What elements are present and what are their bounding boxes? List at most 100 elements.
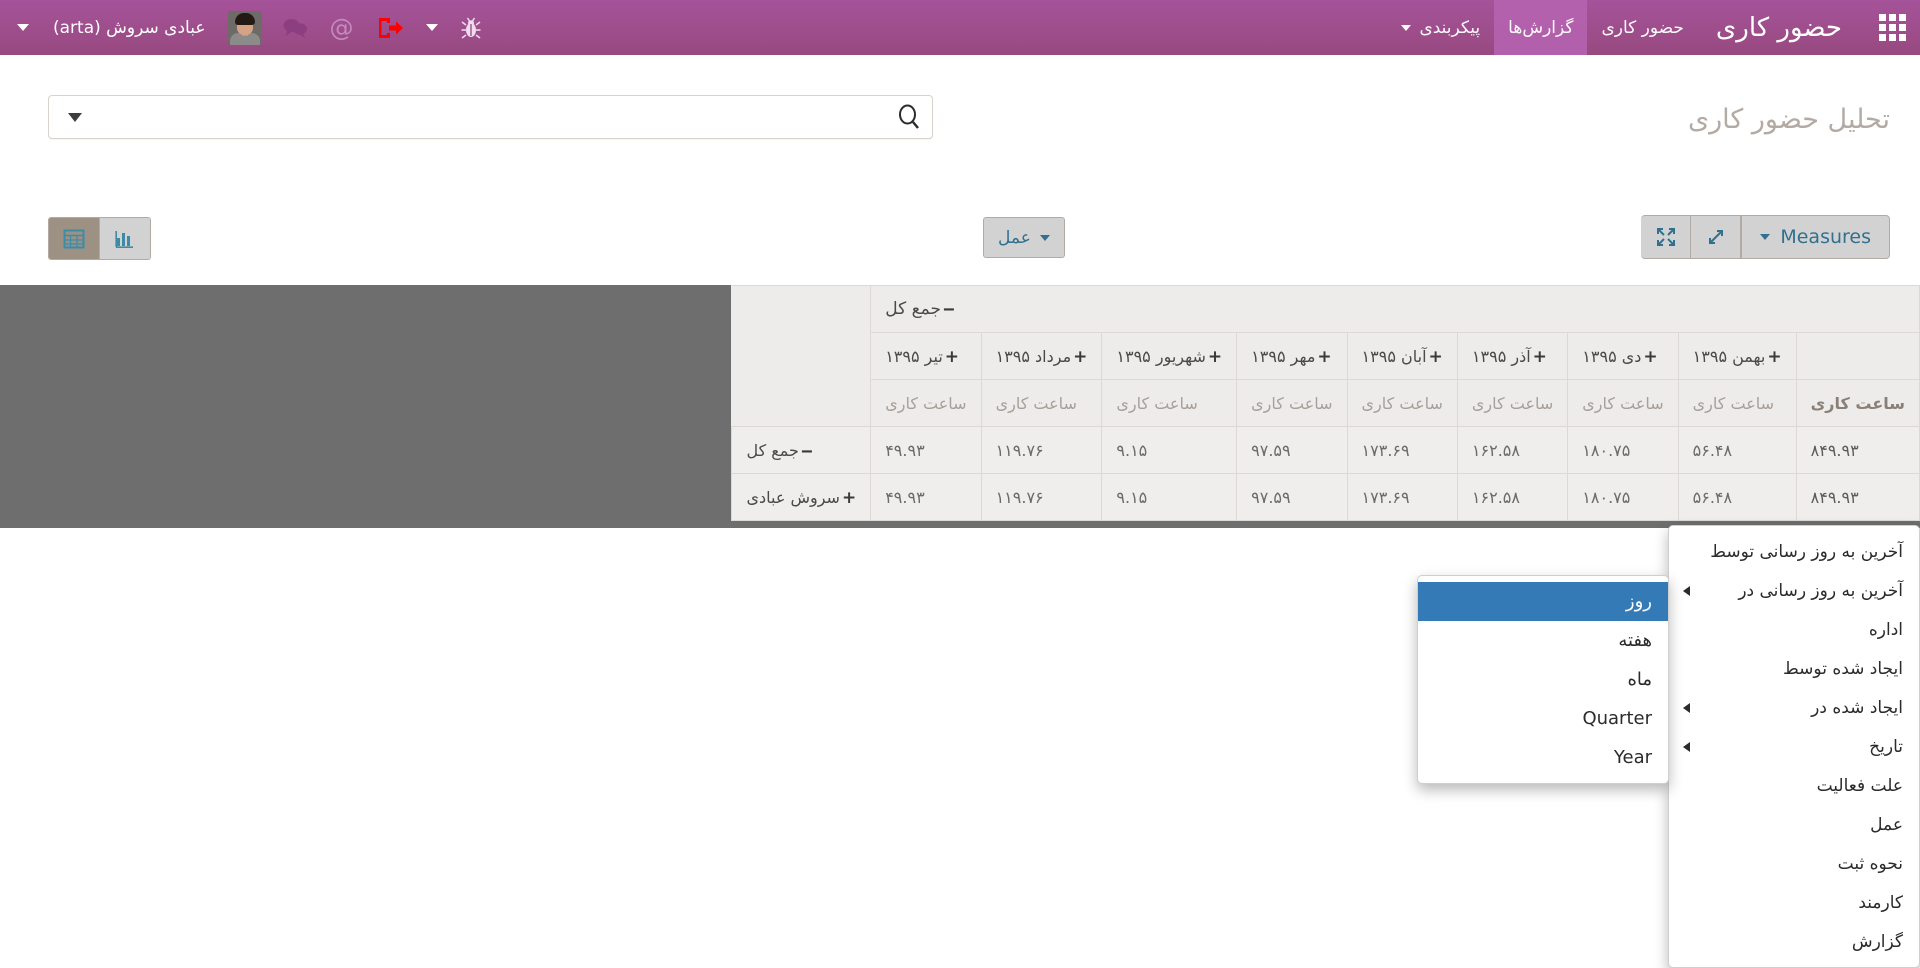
search-bar[interactable]: [48, 95, 933, 139]
search-input[interactable]: [82, 97, 886, 137]
pivot-row-header-employee[interactable]: +سروش عبادی: [731, 473, 872, 521]
pivot-measure-header-mordad: ساعت کاری: [980, 379, 1103, 427]
menu-item-last-updated-on[interactable]: آخرین به روز رسانی در: [1669, 571, 1919, 610]
period-submenu: روز هفته ماه Quarter Year: [1417, 575, 1669, 784]
pivot-measure-header-aban: ساعت کاری: [1346, 379, 1458, 427]
topbar-right-group: حضور کاری حضور کاری گزارش‌ها پیکربندی: [1387, 0, 1920, 55]
table-row: ۸۴۹.۹۳ ۵۶.۴۸ ۱۸۰.۷۵ ۱۶۲.۵۸ ۱۷۳.۶۹ ۹۷.۵۹ …: [731, 426, 1920, 474]
pivot-cell: ۹.۱۵: [1101, 473, 1238, 521]
bug-icon[interactable]: [449, 0, 493, 55]
pivot-cell-total: ۸۴۹.۹۳: [1795, 426, 1920, 474]
chat-bubbles-icon[interactable]: [271, 0, 319, 55]
top-navigation-bar: حضور کاری حضور کاری گزارش‌ها پیکربندی عب…: [0, 0, 1920, 55]
measures-button-label: Measures: [1780, 226, 1871, 248]
menu-item-department[interactable]: اداره: [1669, 610, 1919, 649]
expand-toggle-icon[interactable]: +: [1317, 348, 1331, 366]
menu-item-employee[interactable]: کارمند: [1669, 883, 1919, 922]
menu-item-created-on[interactable]: ایجاد شده در: [1669, 688, 1919, 727]
apps-grid-icon[interactable]: [1864, 0, 1920, 55]
pivot-cell: ۱۶۲.۵۸: [1456, 473, 1569, 521]
menu-item-date[interactable]: تاریخ: [1669, 727, 1919, 766]
chevron-down-icon: [425, 24, 438, 31]
expand-toggle-icon[interactable]: +: [1073, 348, 1087, 366]
expand-toggle-icon[interactable]: +: [1208, 348, 1222, 366]
submenu-item-day[interactable]: روز: [1418, 582, 1668, 621]
pivot-cell: ۵۶.۴۸: [1677, 473, 1797, 521]
groupby-dropdown-menu: آخرین به روز رسانی توسط آخرین به روز رسا…: [1668, 525, 1920, 968]
pivot-cell: ۱۶۲.۵۸: [1456, 426, 1569, 474]
collapse-toggle-icon[interactable]: ‒: [943, 301, 955, 318]
pivot-col-header-dey[interactable]: +دی ۱۳۹۵: [1567, 332, 1679, 380]
search-icon[interactable]: [886, 104, 932, 130]
logout-icon[interactable]: [365, 0, 415, 55]
menu-item-action[interactable]: عمل: [1669, 805, 1919, 844]
pivot-col-header-aban[interactable]: +آبان ۱۳۹۵: [1346, 332, 1458, 380]
topbar-left-group: عبادی سروش (arta) @: [0, 0, 493, 55]
chevron-down-icon: [1039, 234, 1050, 241]
fullscreen-icon: [1656, 228, 1675, 246]
pivot-cell: ۱۱۹.۷۶: [980, 426, 1103, 474]
chevron-left-icon: [1683, 741, 1690, 752]
submenu-item-month[interactable]: ماه: [1418, 660, 1668, 699]
submenu-item-quarter[interactable]: Quarter: [1418, 699, 1668, 738]
pivot-table-region: ‒جمع کل +بهمن ۱۳۹۵ +دی ۱۳۹۵ +آذر ۱۳۹۵ +آ…: [0, 285, 1920, 528]
graph-view-button[interactable]: [99, 218, 150, 259]
pivot-cell: ۵۶.۴۸: [1677, 426, 1797, 474]
collapse-toggle-icon[interactable]: ‒: [801, 442, 813, 460]
menu-item-last-updated-by[interactable]: آخرین به روز رسانی توسط: [1669, 532, 1919, 571]
menu-item-created-by[interactable]: ایجاد شده توسط: [1669, 649, 1919, 688]
menu-item-reports[interactable]: گزارش‌ها: [1494, 0, 1588, 55]
pivot-col-header-mehr[interactable]: +مهر ۱۳۹۵: [1236, 332, 1348, 380]
chevron-down-icon[interactable]: [68, 112, 82, 122]
expand-all-button[interactable]: [1691, 215, 1742, 259]
action-button-label: عمل: [998, 227, 1031, 248]
expand-toggle-icon[interactable]: +: [1533, 348, 1547, 366]
pivot-measure-header-shahrivar: ساعت کاری: [1101, 379, 1238, 427]
expand-diagonal-icon: [1708, 230, 1723, 244]
expand-toggle-icon[interactable]: +: [1429, 348, 1443, 366]
chevron-down-icon: [1760, 234, 1771, 240]
pivot-col-header-tir[interactable]: +تیر ۱۳۹۵: [870, 332, 982, 380]
submenu-item-week[interactable]: هفته: [1418, 621, 1668, 660]
content-area: تحلیل حضور کاری عمل Measures ‒جمع کل +به…: [0, 55, 1920, 968]
submenu-item-year[interactable]: Year: [1418, 738, 1668, 777]
pivot-controls-group: Measures: [1641, 215, 1890, 259]
measures-button[interactable]: Measures: [1741, 215, 1890, 259]
pivot-col-header-azar[interactable]: +آذر ۱۳۹۵: [1456, 332, 1569, 380]
at-icon[interactable]: @: [319, 0, 365, 55]
pivot-measure-header-total: ساعت کاری: [1795, 379, 1920, 427]
menu-item-registration-method[interactable]: نحوه ثبت: [1669, 844, 1919, 883]
pivot-row-header-grand-total[interactable]: ‒جمع کل: [731, 426, 872, 474]
pivot-cell: ۴۹.۹۳: [870, 473, 982, 521]
chevron-down-icon: [17, 24, 29, 31]
pivot-cell: ۱۷۳.۶۹: [1346, 473, 1458, 521]
chevron-left-icon: [1683, 702, 1690, 713]
menu-item-configuration-label: پیکربندی: [1419, 17, 1481, 38]
pivot-cell: ۹۷.۵۹: [1236, 473, 1348, 521]
expand-toggle-icon[interactable]: +: [1767, 348, 1781, 366]
user-menu-caret[interactable]: [6, 0, 40, 55]
avatar[interactable]: [227, 10, 262, 45]
pivot-cell: ۱۸۰.۷۵: [1567, 426, 1679, 474]
expand-toggle-icon[interactable]: +: [842, 489, 856, 507]
pivot-table: ‒جمع کل +بهمن ۱۳۹۵ +دی ۱۳۹۵ +آذر ۱۳۹۵ +آ…: [731, 285, 1920, 521]
pivot-grand-total-header[interactable]: ‒جمع کل: [870, 285, 1920, 333]
pivot-view-button[interactable]: [49, 218, 99, 259]
menu-item-attendance[interactable]: حضور کاری: [1587, 0, 1697, 55]
pivot-col-header-mordad[interactable]: +مرداد ۱۳۹۵: [980, 332, 1103, 380]
debug-menu-caret[interactable]: [415, 0, 449, 55]
expand-toggle-icon[interactable]: +: [945, 348, 959, 366]
pivot-col-header-bahman[interactable]: +بهمن ۱۳۹۵: [1677, 332, 1797, 380]
table-row: ۸۴۹.۹۳ ۵۶.۴۸ ۱۸۰.۷۵ ۱۶۲.۵۸ ۱۷۳.۶۹ ۹۷.۵۹ …: [731, 473, 1920, 521]
menu-item-configuration[interactable]: پیکربندی: [1387, 0, 1494, 55]
menu-item-activity-reason[interactable]: علت فعالیت: [1669, 766, 1919, 805]
expand-toggle-icon[interactable]: +: [1643, 348, 1657, 366]
username-label[interactable]: عبادی سروش (arta): [40, 0, 219, 55]
view-toggle-group: [48, 217, 151, 260]
fullscreen-button[interactable]: [1641, 215, 1692, 259]
pivot-col-header-shahrivar[interactable]: +شهریور ۱۳۹۵: [1101, 332, 1238, 380]
menu-item-report[interactable]: گزارش: [1669, 922, 1919, 961]
action-button[interactable]: عمل: [983, 217, 1065, 258]
app-root: حضور کاری حضور کاری گزارش‌ها پیکربندی عب…: [0, 0, 1920, 968]
pivot-cell: ۱۷۳.۶۹: [1346, 426, 1458, 474]
